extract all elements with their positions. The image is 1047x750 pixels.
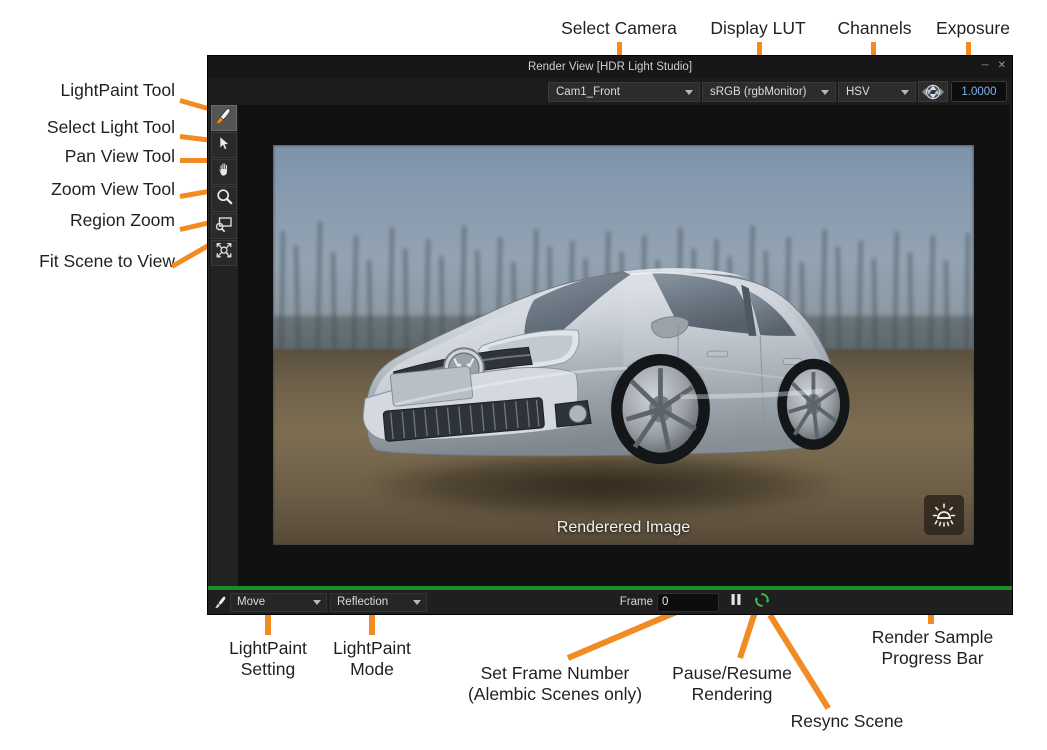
brush-icon <box>212 595 230 610</box>
annotation-set-frame-number: Set Frame Number (Alembic Scenes only) <box>448 663 662 704</box>
screenshot-root: Select Camera Display LUT Channels Expos… <box>0 0 1047 750</box>
annotation-pan-view-tool: Pan View Tool <box>64 146 175 166</box>
pause-resume-button[interactable] <box>727 593 745 611</box>
options-bar: Cam1_Front sRGB (rgbMonitor) HSV 1.0000 <box>208 78 1012 105</box>
annotation-lightpaint-mode: LightPaint Mode <box>312 638 432 679</box>
magnifier-icon <box>216 188 233 210</box>
channels-select-value: HSV <box>846 85 870 98</box>
close-icon[interactable]: ✕ <box>998 61 1006 71</box>
lightpaint-mode-value: Reflection <box>337 596 389 608</box>
hand-icon <box>216 161 233 183</box>
pause-icon <box>730 593 742 611</box>
exposure-value: 1.0000 <box>961 85 997 98</box>
annotation-channels: Channels <box>837 18 912 38</box>
chevron-down-icon <box>821 89 829 95</box>
sun-icon[interactable] <box>924 495 964 535</box>
chevron-down-icon <box>901 89 909 95</box>
pan-view-tool-button[interactable] <box>211 159 237 185</box>
chevron-down-icon <box>313 600 321 605</box>
annotation-exposure: Exposure <box>936 18 1010 38</box>
leader-tick-lightpaint-setting <box>265 612 271 635</box>
annotation-pause-resume-rendering: Pause/Resume Rendering <box>662 663 802 704</box>
render-view-window: Render View [HDR Light Studio] ─ ✕ Cam1_… <box>207 55 1013 615</box>
chevron-down-icon <box>413 600 421 605</box>
lightpaint-setting-value: Move <box>237 596 266 608</box>
window-title: Render View [HDR Light Studio] <box>527 61 693 73</box>
status-bar: Move Reflection Frame 0 <box>208 590 1012 614</box>
annotation-display-lut: Display LUT <box>710 18 806 38</box>
fit-scene-icon <box>215 242 233 264</box>
region-zoom-icon <box>215 216 233 237</box>
annotation-zoom-view-tool: Zoom View Tool <box>51 179 175 199</box>
minimize-icon[interactable]: ─ <box>982 61 989 71</box>
frame-label: Frame <box>619 596 653 608</box>
annotation-region-zoom: Region Zoom <box>69 210 175 230</box>
annotation-lightpaint-setting-line2: Setting <box>240 658 296 679</box>
leader-tick-lightpaint-mode <box>369 612 375 635</box>
zoom-view-tool-button[interactable] <box>211 186 237 212</box>
annotation-select-light-tool: Select Light Tool <box>46 117 175 137</box>
annotation-lightpaint-setting: LightPaint Setting <box>208 638 328 679</box>
select-light-tool-button[interactable] <box>211 132 237 158</box>
annotation-select-camera: Select Camera <box>561 18 677 38</box>
channels-select[interactable]: HSV <box>838 81 916 102</box>
render-viewport[interactable]: Renderered Image <box>238 105 1010 586</box>
resync-circular-arrows-icon <box>754 592 770 613</box>
render-caption: Renderered Image <box>556 519 691 536</box>
lightpaint-setting-select[interactable]: Move <box>230 592 327 612</box>
annotation-lightpaint-mode-line1: LightPaint <box>333 638 411 658</box>
annotation-render-sample-progress-bar: Render Sample Progress Bar <box>850 627 1015 668</box>
annotation-lightpaint-setting-line1: LightPaint <box>229 638 307 658</box>
annotation-progress-bar-line1: Render Sample <box>871 627 994 647</box>
annotation-pause-resume-line1: Pause/Resume <box>672 663 792 683</box>
lightpaint-tool-button[interactable] <box>211 105 237 131</box>
brush-icon <box>215 107 233 130</box>
rendered-image[interactable]: Renderered Image <box>273 145 974 545</box>
window-controls: ─ ✕ <box>982 61 1006 71</box>
chevron-down-icon <box>685 89 693 95</box>
window-titlebar: Render View [HDR Light Studio] ─ ✕ <box>208 56 1012 78</box>
annotation-resync-scene: Resync Scene <box>790 711 904 731</box>
frame-number-input[interactable]: 0 <box>657 592 719 612</box>
fit-scene-to-view-tool-button[interactable] <box>211 240 237 266</box>
annotation-pause-resume-line2: Rendering <box>691 683 773 704</box>
aperture-icon[interactable] <box>918 81 948 102</box>
tool-strip <box>211 105 237 610</box>
cursor-arrow-icon <box>216 135 232 156</box>
car-model <box>322 201 925 505</box>
display-lut-select-value: sRGB (rgbMonitor) <box>710 85 807 98</box>
annotation-lightpaint-mode-line2: Mode <box>350 658 394 679</box>
camera-select-value: Cam1_Front <box>556 85 620 98</box>
display-lut-select[interactable]: sRGB (rgbMonitor) <box>702 81 836 102</box>
lightpaint-mode-select[interactable]: Reflection <box>330 592 427 612</box>
camera-select[interactable]: Cam1_Front <box>548 81 700 102</box>
annotation-fit-scene-to-view: Fit Scene to View <box>39 251 175 271</box>
annotation-progress-bar-line2: Progress Bar <box>881 647 984 668</box>
resync-scene-button[interactable] <box>752 592 772 613</box>
region-zoom-tool-button[interactable] <box>211 213 237 239</box>
annotation-lightpaint-tool: LightPaint Tool <box>60 80 176 100</box>
exposure-field[interactable]: 1.0000 <box>951 81 1007 102</box>
annotation-set-frame-number-line2: (Alembic Scenes only) <box>467 683 643 704</box>
frame-number-value: 0 <box>662 596 669 608</box>
annotation-set-frame-number-line1: Set Frame Number <box>480 663 630 683</box>
